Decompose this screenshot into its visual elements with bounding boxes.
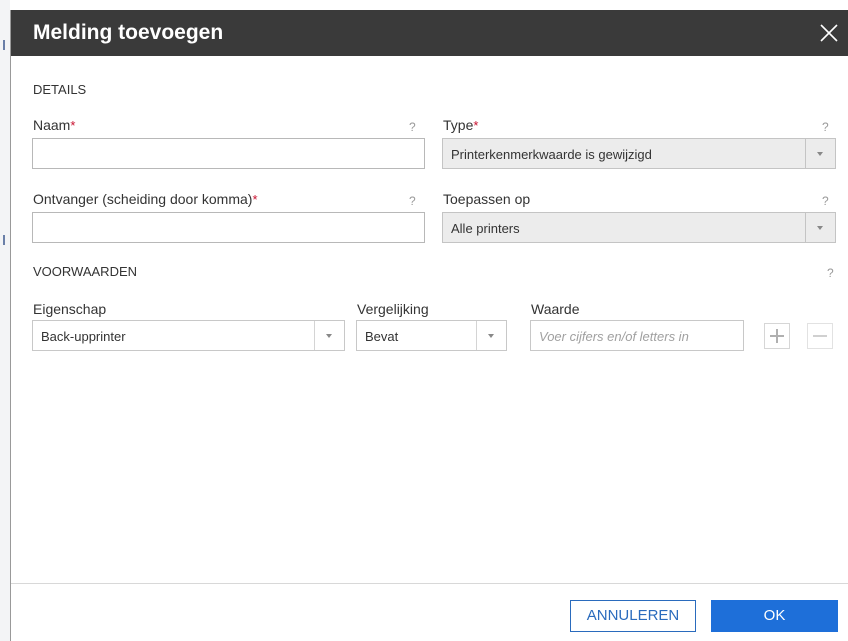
name-label-text: Naam: [33, 117, 71, 133]
type-help-icon[interactable]: ?: [822, 120, 829, 134]
dialog-title: Melding toevoegen: [33, 21, 224, 44]
name-help-icon[interactable]: ?: [409, 120, 416, 134]
remove-condition-button[interactable]: [807, 323, 833, 349]
value-input[interactable]: Voer cijfers en/of letters in: [530, 320, 744, 351]
type-selected-value: Printerkenmerkwaarde is gewijzigd: [451, 147, 652, 162]
chevron-down-icon: [817, 226, 823, 230]
chevron-down-icon: [817, 152, 823, 156]
recipient-input[interactable]: [32, 212, 425, 243]
type-label-text: Type: [443, 117, 474, 133]
chevron-down-icon: [326, 334, 332, 338]
apply-to-label: Toepassen op: [443, 191, 531, 207]
apply-to-select[interactable]: Alle printers: [442, 212, 836, 243]
name-label: Naam*: [33, 117, 75, 133]
ok-button[interactable]: OK: [711, 600, 838, 632]
add-condition-button[interactable]: [764, 323, 790, 349]
type-select[interactable]: Printerkenmerkwaarde is gewijzigd: [442, 138, 836, 169]
recipient-label: Ontvanger (scheiding door komma)*: [33, 191, 258, 207]
property-label: Eigenschap: [33, 301, 107, 317]
apply-to-selected-value: Alle printers: [451, 221, 520, 236]
chevron-down-icon: [488, 334, 494, 338]
background-marker: [3, 235, 5, 245]
close-button[interactable]: [813, 17, 845, 49]
type-dropdown-button[interactable]: [805, 139, 835, 168]
details-section-label: DETAILS: [33, 82, 87, 97]
minus-icon: [813, 335, 827, 337]
comparison-selected-value: Bevat: [365, 329, 399, 344]
cancel-button[interactable]: ANNULEREN: [570, 600, 696, 632]
add-notification-dialog: Melding toevoegen DETAILS Naam* ? Type* …: [10, 10, 848, 641]
apply-to-dropdown-button[interactable]: [805, 213, 835, 242]
recipient-help-icon[interactable]: ?: [409, 194, 416, 208]
type-label: Type*: [443, 117, 478, 133]
background-page: [0, 0, 10, 641]
apply-to-help-icon[interactable]: ?: [822, 194, 829, 208]
footer-divider: [11, 583, 848, 584]
conditions-help-icon[interactable]: ?: [827, 266, 834, 280]
value-label: Waarde: [531, 301, 580, 317]
conditions-section-label: VOORWAARDEN: [33, 264, 138, 279]
dialog-titlebar: Melding toevoegen: [11, 10, 848, 56]
property-dropdown-button[interactable]: [314, 321, 344, 350]
property-selected-value: Back-upprinter: [41, 329, 126, 344]
comparison-dropdown-button[interactable]: [476, 321, 506, 350]
background-marker: [3, 40, 5, 50]
property-select[interactable]: Back-upprinter: [32, 320, 345, 351]
plus-icon: [770, 329, 784, 343]
name-input[interactable]: [32, 138, 425, 169]
comparison-select[interactable]: Bevat: [356, 320, 507, 351]
comparison-label: Vergelijking: [357, 301, 429, 317]
required-mark: *: [252, 192, 258, 207]
required-mark: *: [473, 118, 479, 133]
value-input-placeholder: Voer cijfers en/of letters in: [539, 329, 689, 344]
recipient-label-text: Ontvanger (scheiding door komma): [33, 191, 253, 207]
close-icon: [820, 24, 838, 42]
required-mark: *: [70, 118, 76, 133]
